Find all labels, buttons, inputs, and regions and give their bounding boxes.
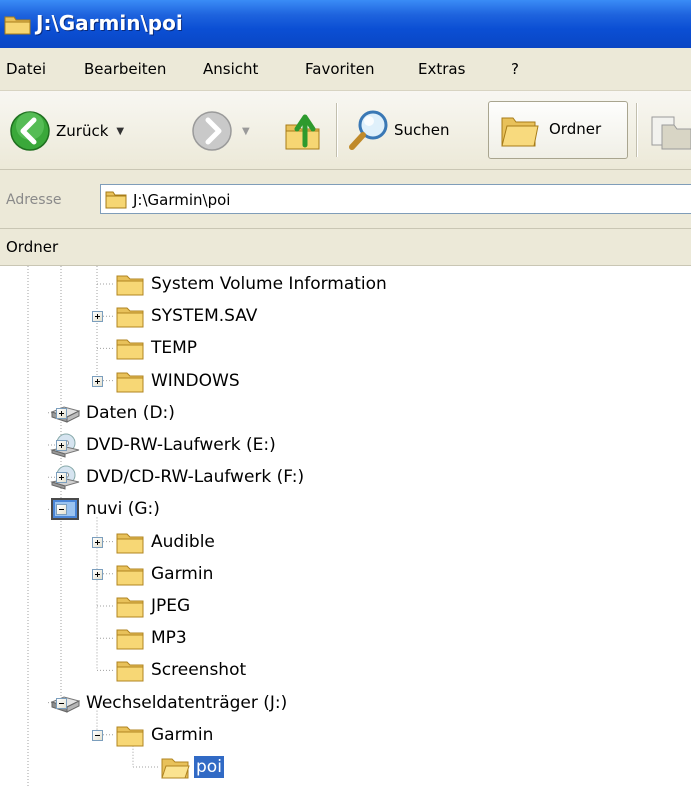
collapse-icon[interactable] xyxy=(92,729,103,741)
address-bar: Adresse J:\Garmin\poi xyxy=(0,170,691,229)
expand-icon[interactable] xyxy=(92,568,103,580)
address-label: Adresse xyxy=(6,192,62,208)
back-button[interactable]: Zurück ▼ xyxy=(8,109,124,153)
collapse-icon[interactable] xyxy=(56,504,67,516)
tree-item-label: nuvi (G:) xyxy=(86,499,160,520)
title-bar[interactable]: J:\Garmin\poi xyxy=(0,0,691,48)
address-field[interactable]: J:\Garmin\poi xyxy=(100,184,691,214)
expand-icon[interactable] xyxy=(56,440,67,451)
search-label: Suchen xyxy=(394,121,450,139)
menu-datei[interactable]: Datei xyxy=(6,60,46,78)
toolbar-separator xyxy=(636,103,638,157)
menu-bearbeiten[interactable]: Bearbeiten xyxy=(84,60,166,78)
search-icon xyxy=(349,110,388,150)
menu-extras[interactable]: Extras xyxy=(418,60,465,78)
tree-item-label: System Volume Information xyxy=(151,274,387,294)
back-dropdown-arrow[interactable]: ▼ xyxy=(116,126,124,137)
tree-item-label: JPEG xyxy=(151,596,191,616)
folder-icon xyxy=(4,16,31,35)
tree-item[interactable]: Daten (D:) xyxy=(50,398,177,428)
tree-item[interactable]: poi xyxy=(160,752,224,782)
menu-ansicht[interactable]: Ansicht xyxy=(203,60,258,78)
back-label: Zurück xyxy=(56,122,109,140)
tree-item[interactable]: Wechseldatenträger (J:) xyxy=(50,688,289,718)
folder-tree[interactable]: System Volume Information SYSTEM.SAV TEMP W… xyxy=(0,266,691,787)
forward-button[interactable]: ▼ xyxy=(190,109,250,153)
tree-item-label: SYSTEM.SAV xyxy=(151,306,258,327)
folder-icon xyxy=(116,565,144,586)
tree-item-label: Screenshot xyxy=(151,660,247,681)
tree-item[interactable]: JPEG xyxy=(115,591,192,621)
folder-icon xyxy=(116,533,144,554)
tree-item[interactable]: WINDOWS xyxy=(115,366,242,396)
folders-icon xyxy=(501,117,539,147)
search-button[interactable]: Suchen xyxy=(346,107,450,153)
collapse-icon[interactable] xyxy=(56,697,67,709)
tree-item-label: poi xyxy=(194,756,224,778)
folder-icon xyxy=(116,597,144,618)
menu-favoriten[interactable]: Favoriten xyxy=(305,60,374,78)
folder-icon xyxy=(116,307,144,328)
tree-item-label: Wechseldatenträger (J:) xyxy=(86,692,288,713)
menu-bar: Datei Bearbeiten Ansicht Favoriten Extra… xyxy=(0,48,691,91)
expand-icon[interactable] xyxy=(56,472,67,484)
folders-label: Ordner xyxy=(549,120,602,138)
expand-icon[interactable] xyxy=(92,311,103,323)
forward-dropdown-arrow[interactable]: ▼ xyxy=(242,126,250,137)
folder-pane-header: Ordner xyxy=(0,229,691,266)
move-to-button[interactable] xyxy=(648,111,691,151)
tree-item[interactable]: DVD-RW-Laufwerk (E:) xyxy=(50,430,278,460)
tree-item[interactable]: System Volume Information xyxy=(115,269,389,299)
folder-icon xyxy=(116,726,144,747)
up-folder-icon xyxy=(285,114,320,150)
tree-item[interactable]: TEMP xyxy=(115,333,199,363)
tree-item[interactable]: Audible xyxy=(115,527,217,557)
folder-icon xyxy=(116,275,144,296)
tree-item[interactable]: Garmin xyxy=(115,720,215,750)
expand-icon[interactable] xyxy=(92,536,103,548)
expand-icon[interactable] xyxy=(56,407,67,419)
folder-icon xyxy=(105,191,127,209)
tree-item[interactable]: Screenshot xyxy=(115,655,248,685)
toolbar-separator xyxy=(336,103,338,157)
up-button[interactable] xyxy=(283,107,323,153)
back-arrow-icon xyxy=(10,111,50,151)
tree-item-label: WINDOWS xyxy=(151,370,240,391)
folder-copy-icon xyxy=(651,116,691,150)
address-value[interactable]: J:\Garmin\poi xyxy=(133,191,230,209)
folder-icon xyxy=(116,661,144,682)
tree-item-label: Daten (D:) xyxy=(86,402,175,423)
tree-item-label: MP3 xyxy=(151,628,187,649)
tree-item-label: Audible xyxy=(151,531,215,552)
tree-item[interactable]: Garmin xyxy=(115,559,215,589)
folder-icon xyxy=(116,339,144,360)
tree-item-label: Garmin xyxy=(151,724,214,745)
folder-icon xyxy=(116,629,144,650)
tree-item-label: DVD/CD-RW-Laufwerk (F:) xyxy=(86,467,305,488)
tree-item-label: Garmin xyxy=(151,563,214,584)
tree-item-label: DVD-RW-Laufwerk (E:) xyxy=(86,435,276,455)
tree-item[interactable]: MP3 xyxy=(115,623,189,653)
folders-button[interactable]: Ordner xyxy=(488,101,628,159)
folder-icon xyxy=(116,372,144,393)
folder-pane-title: Ordner xyxy=(6,238,59,256)
tree-item[interactable]: SYSTEM.SAV xyxy=(115,301,259,331)
open-folder-icon xyxy=(161,758,190,779)
toolbar: Zurück ▼ ▼ Suchen Ordner xyxy=(0,91,691,170)
tree-item-label: TEMP xyxy=(151,338,198,359)
window-title: J:\Garmin\poi xyxy=(36,11,183,35)
menu-help[interactable]: ? xyxy=(511,60,519,78)
expand-icon[interactable] xyxy=(92,375,103,387)
tree-item[interactable]: DVD/CD-RW-Laufwerk (F:) xyxy=(50,462,306,492)
forward-arrow-icon xyxy=(192,111,232,151)
